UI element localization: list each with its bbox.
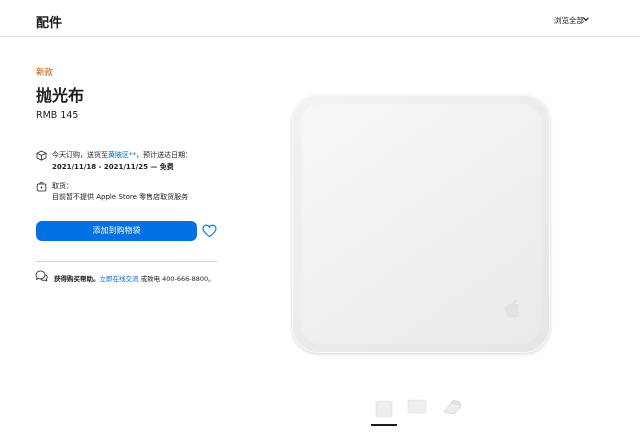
page-section-title[interactable]: 配件 <box>36 12 62 31</box>
pickup-detail: 目前暂不提供 Apple Store 零售店取货服务 <box>52 193 189 201</box>
product-title: 抛光布 <box>36 86 85 105</box>
chevron-down-icon[interactable] <box>582 15 590 23</box>
chat-bubbles-icon <box>35 270 48 282</box>
thumbnail-angle[interactable] <box>405 397 429 417</box>
divider <box>36 261 217 262</box>
help-phone-text: 或致电 400-666-8800。 <box>138 275 215 283</box>
delivery-prefix: 今天订购，送货至 <box>52 151 108 159</box>
help-text: 获得购买帮助。立即在线交流 或致电 400-666-8800。 <box>54 273 215 283</box>
product-image-polishing-cloth <box>292 95 550 353</box>
thumbnail-angle-image <box>407 399 427 414</box>
browse-all-link[interactable]: 浏览全部 <box>554 15 584 26</box>
top-nav-bar: 配件 浏览全部 <box>0 0 640 37</box>
delivery-location-link[interactable]: 黄陂区** <box>108 151 136 159</box>
live-chat-link[interactable]: 立即在线交流 <box>100 275 139 283</box>
thumbnail-selected-indicator <box>371 424 397 426</box>
pickup-label: 取货： <box>52 182 73 190</box>
thumbnail-folded-image <box>443 399 462 415</box>
favorite-heart-icon[interactable] <box>202 224 217 238</box>
add-to-bag-button[interactable]: 添加到购物袋 <box>36 221 197 241</box>
apple-logo-icon <box>505 299 520 318</box>
shipping-box-icon <box>36 150 47 161</box>
product-price: RMB 145 <box>36 110 79 121</box>
help-bold-label: 获得购买帮助。 <box>54 275 100 283</box>
delivery-estimate-text: 今天订购，送货至黄陂区**，预计送达日期： <box>52 150 192 160</box>
delivery-suffix: ，预计送达日期： <box>136 151 192 159</box>
thumbnail-folded[interactable] <box>440 397 464 417</box>
store-icon <box>36 182 47 192</box>
new-badge: 新款 <box>36 68 54 78</box>
thumbnail-front[interactable] <box>372 399 396 419</box>
thumbnail-front-image <box>375 400 393 418</box>
delivery-dates: 2021/11/18 - 2021/11/25 — 免费 <box>52 163 174 171</box>
